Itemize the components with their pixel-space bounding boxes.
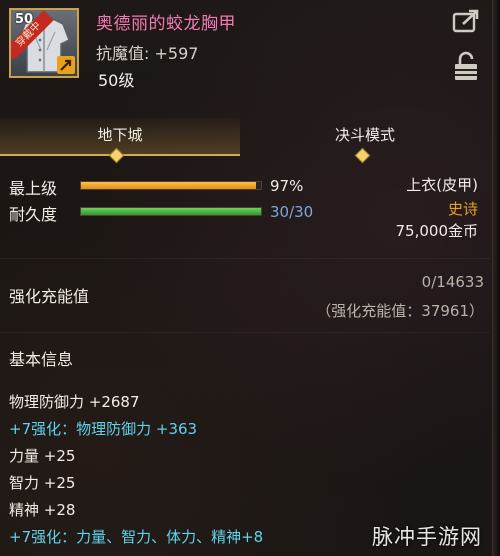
item-name: 奥德丽的蛟龙胸甲 <box>96 14 236 34</box>
share-button[interactable] <box>452 8 480 34</box>
charge-total: （强化充能值：37961） <box>316 302 484 320</box>
basic-info-title: 基本信息 <box>9 350 74 369</box>
grade-bar <box>80 181 262 190</box>
stat-line: 物理防御力 +2687 <box>9 393 140 411</box>
divider <box>0 258 490 259</box>
charge-value: 0/14633 <box>421 273 484 291</box>
item-tooltip-panel: 50 穿戴中 奥德丽的蛟龙胸甲 抗魔值: +597 50级 地下城 决斗模式 最… <box>0 0 500 556</box>
durability-bar-fill <box>81 208 261 215</box>
divider <box>0 332 490 333</box>
durability-bar <box>80 207 262 216</box>
item-rarity: 史诗 <box>447 200 478 218</box>
share-icon <box>452 9 479 33</box>
item-price: 75,000金币 <box>395 222 479 240</box>
durability-label: 耐久度 <box>9 205 58 224</box>
stat-line: 精神 +28 <box>9 501 76 519</box>
upgrade-arrow-icon <box>57 56 75 74</box>
stat-line-enhance: +7强化：物理防御力 +363 <box>9 420 198 438</box>
mode-tabs: 地下城 决斗模式 <box>0 118 490 164</box>
stat-line: 智力 +25 <box>9 474 76 492</box>
grade-label: 最上级 <box>9 179 58 198</box>
lock-button[interactable] <box>452 50 480 82</box>
lock-icon <box>455 51 477 80</box>
stat-line-enhance: +7强化：力量、智力、体力、精神+8 <box>9 528 264 546</box>
panel-scroll-edge <box>492 0 500 556</box>
grade-bar-fill <box>81 182 256 189</box>
grade-value: 97% <box>270 177 304 195</box>
watermark: 脉冲手游网 <box>372 525 482 549</box>
stat-line: 力量 +25 <box>9 447 76 465</box>
magic-resistance: 抗魔值: +597 <box>96 44 199 63</box>
item-icon[interactable]: 50 穿戴中 <box>9 8 79 78</box>
item-level: 50级 <box>98 71 135 90</box>
durability-value: 30/30 <box>270 203 314 221</box>
charge-label: 强化充能值 <box>9 287 90 306</box>
item-type: 上衣(皮甲) <box>406 176 478 194</box>
